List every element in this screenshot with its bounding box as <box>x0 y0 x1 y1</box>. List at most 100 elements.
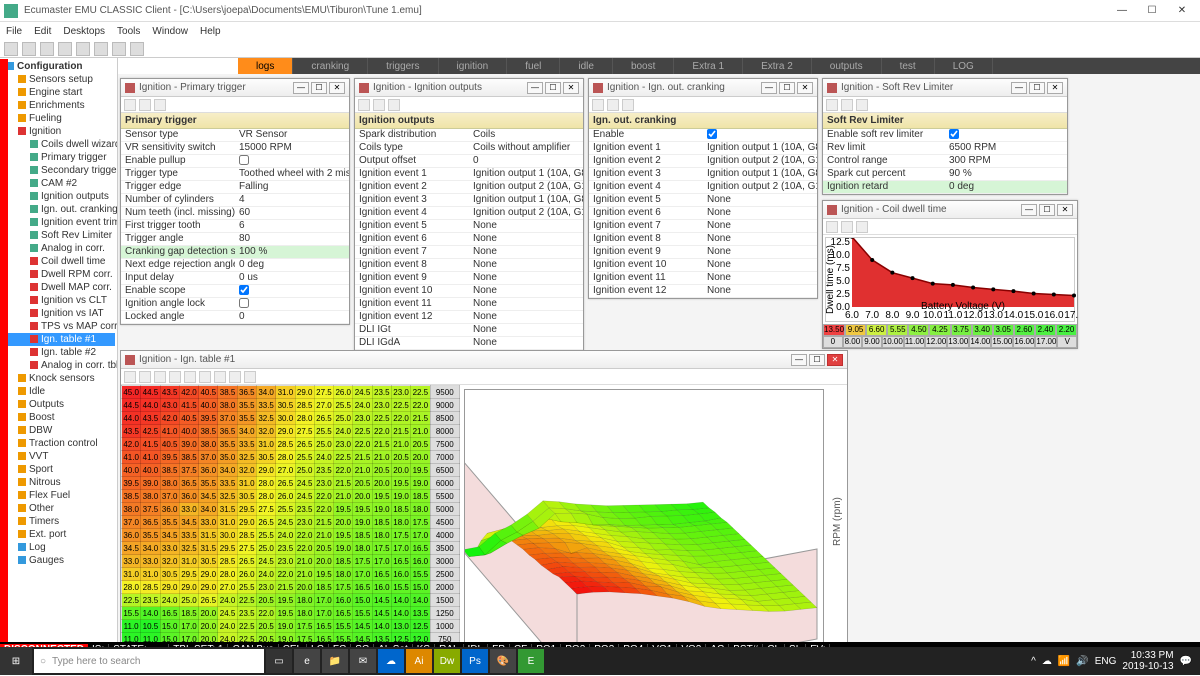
ign-cell[interactable]: 39.5 <box>122 477 141 490</box>
panel-close-button[interactable]: ✕ <box>827 354 843 366</box>
tree-secondary-trigger[interactable]: Secondary trigger <box>2 164 115 177</box>
ign-cell[interactable]: 24.5 <box>353 386 372 399</box>
ign-cell[interactable]: 29.0 <box>199 581 218 594</box>
ign-cell[interactable]: 14.5 <box>372 607 391 620</box>
tree-sensors-setup[interactable]: Sensors setup <box>2 73 115 86</box>
grid-value[interactable]: 60 <box>235 207 349 219</box>
tree-coil-dwell-time[interactable]: Coil dwell time <box>2 255 115 268</box>
ign-cell[interactable]: 22.0 <box>295 529 314 542</box>
ign-cell[interactable]: 14.0 <box>411 594 430 607</box>
panel-min-button[interactable]: — <box>1011 82 1027 94</box>
panel-min-button[interactable]: — <box>761 82 777 94</box>
grid-value[interactable]: 0 deg <box>235 259 349 271</box>
dwell-cell[interactable]: 8.00 <box>843 336 863 348</box>
tool-open-icon[interactable] <box>4 42 18 56</box>
dwell-cell[interactable]: 10.00 <box>882 336 904 348</box>
ign-cell[interactable]: 22.5 <box>334 451 353 464</box>
ign-cell[interactable]: 25.0 <box>179 594 198 607</box>
ign-cell[interactable]: 21.0 <box>411 425 430 438</box>
tree-timers[interactable]: Timers <box>2 515 115 528</box>
ign-cell[interactable]: 23.5 <box>237 607 256 620</box>
grid-value[interactable]: Ignition output 1 (10A, G8) <box>703 142 817 154</box>
tray-lang[interactable]: ENG <box>1095 656 1117 667</box>
grid-row[interactable]: Ignition angle lock <box>121 298 349 311</box>
ign-cell[interactable]: 24.0 <box>353 399 372 412</box>
grid-row[interactable]: First trigger tooth6 <box>121 220 349 233</box>
ign-cell[interactable]: 14.5 <box>372 594 391 607</box>
minimize-button[interactable]: — <box>1108 2 1136 20</box>
ign-cell[interactable]: 38.5 <box>218 386 237 399</box>
ign-cell[interactable]: 26.5 <box>295 438 314 451</box>
ign-cell[interactable]: 36.0 <box>199 464 218 477</box>
ign-cell[interactable]: 40.5 <box>179 412 198 425</box>
menu-file[interactable]: File <box>6 26 22 37</box>
panel-tool-icon[interactable] <box>214 371 226 383</box>
ign-cell[interactable]: 22.5 <box>122 594 141 607</box>
ign-cell[interactable]: 24.5 <box>295 490 314 503</box>
dwell-cell[interactable]: 14.00 <box>969 336 991 348</box>
tree-fueling[interactable]: Fueling <box>2 112 115 125</box>
ign-cell[interactable]: 17.0 <box>391 542 410 555</box>
ign-cell[interactable]: 21.5 <box>372 438 391 451</box>
dwell-cell[interactable]: 4.50 <box>908 324 929 336</box>
tree-soft-rev-limiter[interactable]: Soft Rev Limiter <box>2 229 115 242</box>
ign-cell[interactable]: 33.5 <box>237 438 256 451</box>
taskbar-app-icon[interactable]: Ai <box>406 649 432 673</box>
taskbar-app-icon[interactable]: ✉ <box>350 649 376 673</box>
ign-3d-surface[interactable] <box>464 389 824 649</box>
grid-row[interactable]: Ignition event 5None <box>355 220 583 233</box>
ign-cell[interactable]: 26.5 <box>276 477 295 490</box>
tree-dwell-rpm-corr-[interactable]: Dwell RPM corr. <box>2 268 115 281</box>
tab-idle[interactable]: idle <box>560 58 613 74</box>
grid-value[interactable]: None <box>703 259 817 271</box>
grid-value[interactable]: None <box>703 272 817 284</box>
grid-row[interactable]: Ignition event 7None <box>589 220 817 233</box>
ign-cell[interactable]: 44.5 <box>122 399 141 412</box>
grid-row[interactable]: Rev limit6500 RPM <box>823 142 1067 155</box>
grid-value[interactable]: 80 <box>235 233 349 245</box>
tray-wifi-icon[interactable]: 📶 <box>1058 656 1070 667</box>
dwell-cell[interactable]: 6.60 <box>866 324 887 336</box>
tray-cloud-icon[interactable]: ☁ <box>1042 656 1052 667</box>
tree-ign--table--2[interactable]: Ign. table #2 <box>2 346 115 359</box>
ign-cell[interactable]: 18.0 <box>295 594 314 607</box>
ign-cell[interactable]: 29.0 <box>237 516 256 529</box>
panel-tool-icon[interactable] <box>388 99 400 111</box>
ign-cell[interactable]: 18.0 <box>372 529 391 542</box>
ign-cell[interactable]: 31.0 <box>218 516 237 529</box>
ign-cell[interactable]: 26.5 <box>199 594 218 607</box>
ign-cell[interactable]: 29.0 <box>199 568 218 581</box>
ign-cell[interactable]: 44.0 <box>141 399 160 412</box>
tree-engine-start[interactable]: Engine start <box>2 86 115 99</box>
ign-cell[interactable]: 31.0 <box>237 477 256 490</box>
ign-cell[interactable]: 22.0 <box>276 568 295 581</box>
ign-cell[interactable]: 40.0 <box>199 399 218 412</box>
grid-value[interactable]: None <box>469 246 583 258</box>
ign-cell[interactable]: 22.5 <box>391 399 410 412</box>
grid-value[interactable]: None <box>703 220 817 232</box>
ign-cell[interactable]: 38.0 <box>160 477 179 490</box>
tray-notifications-icon[interactable]: 💬 <box>1180 656 1192 667</box>
ign-cell[interactable]: 18.0 <box>411 503 430 516</box>
ign-cell[interactable]: 24.0 <box>218 594 237 607</box>
dwell-cell[interactable]: 11.00 <box>904 336 925 348</box>
tab-test[interactable]: test <box>882 58 935 74</box>
grid-value[interactable]: None <box>469 233 583 245</box>
ign-cell[interactable]: 23.0 <box>391 386 410 399</box>
grid-value[interactable]: None <box>703 233 817 245</box>
ign-cell[interactable]: 22.0 <box>256 607 275 620</box>
ign-cell[interactable]: 35.5 <box>237 399 256 412</box>
ign-cell[interactable]: 14.5 <box>353 620 372 633</box>
ign-cell[interactable]: 16.0 <box>372 581 391 594</box>
panel-tool-icon[interactable] <box>154 99 166 111</box>
ign-cell[interactable]: 33.5 <box>218 477 237 490</box>
ign-cell[interactable]: 13.0 <box>391 620 410 633</box>
grid-value[interactable]: 300 RPM <box>945 155 1067 167</box>
ign-cell[interactable]: 37.5 <box>141 503 160 516</box>
grid-row[interactable]: Num teeth (incl. missing)60 <box>121 207 349 220</box>
ign-cell[interactable]: 27.5 <box>256 503 275 516</box>
ign-cell[interactable]: 32.5 <box>256 412 275 425</box>
grid-row[interactable]: Locked angle0 <box>121 311 349 324</box>
ign-cell[interactable]: 38.0 <box>199 438 218 451</box>
ign-cell[interactable]: 38.5 <box>179 451 198 464</box>
